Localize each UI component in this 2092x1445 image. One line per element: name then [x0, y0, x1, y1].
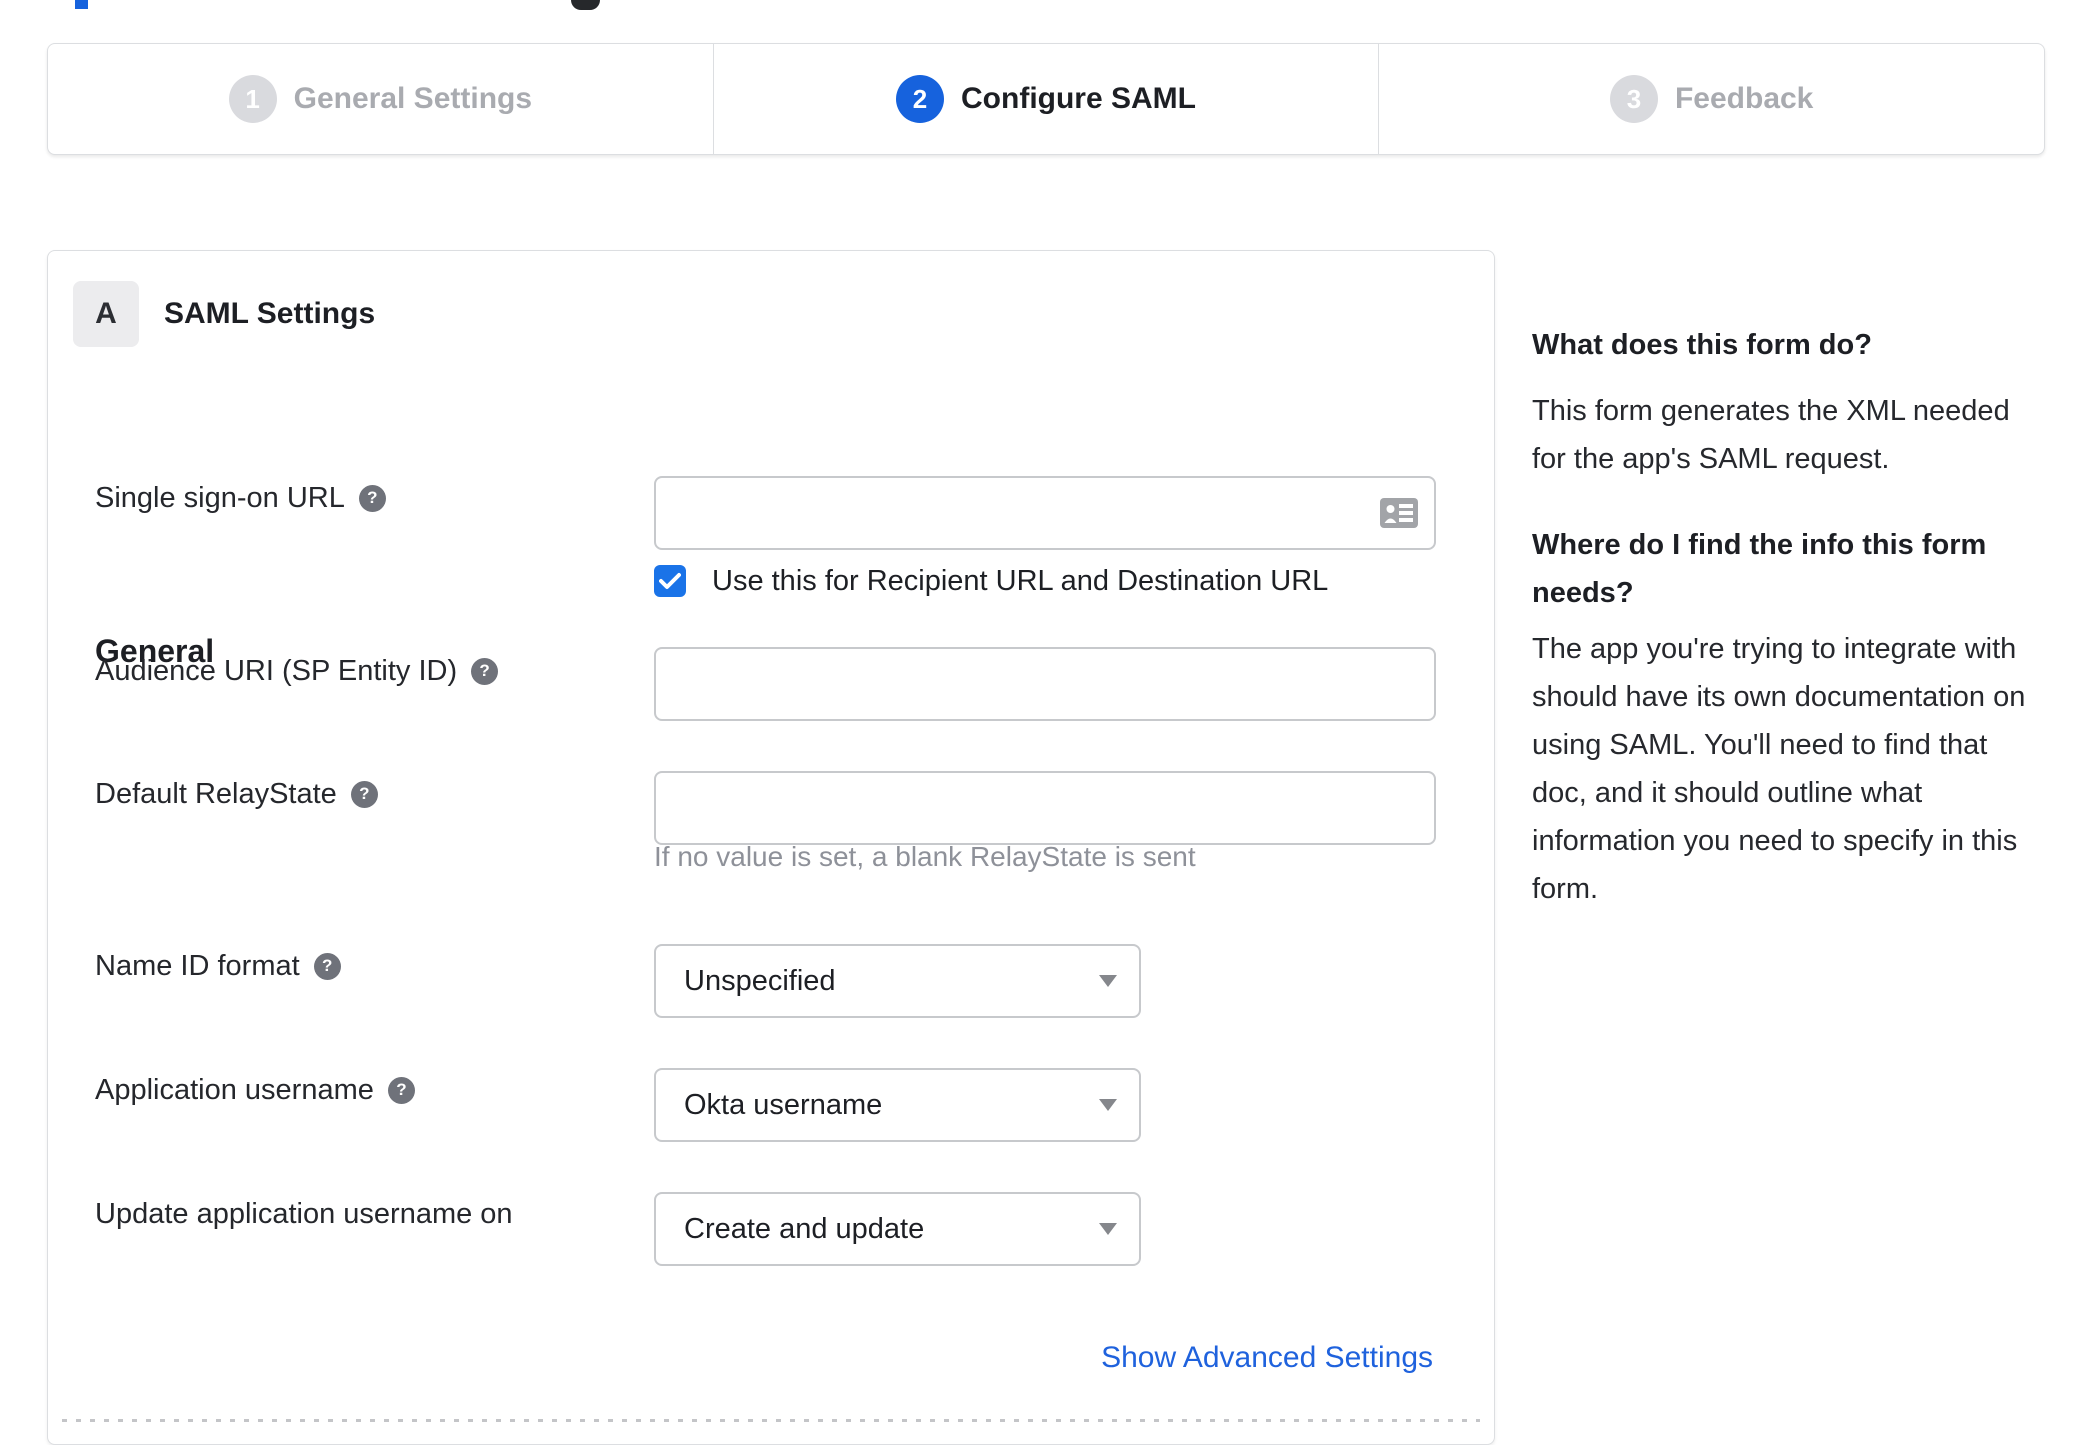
name-id-format-value: Unspecified — [684, 964, 836, 997]
update-app-username-label: Update application username on — [95, 1198, 513, 1230]
update-app-username-value: Create and update — [684, 1212, 925, 1245]
step-2-label: Configure SAML — [961, 82, 1196, 115]
sso-url-label: Single sign-on URL ? — [95, 478, 386, 518]
chevron-down-icon — [1099, 975, 1117, 987]
step-2-number: 2 — [896, 75, 945, 123]
name-id-format-help-icon[interactable]: ? — [313, 952, 341, 980]
saml-settings-panel: A SAML Settings General Single sign-on U… — [47, 250, 1495, 1445]
header-remnant-icon — [571, 0, 600, 10]
wizard-stepper: 1 General Settings 2 Configure SAML 3 Fe… — [47, 43, 2045, 155]
step-1-number: 1 — [228, 75, 277, 123]
relaystate-hint: If no value is set, a blank RelayState i… — [654, 841, 1196, 872]
step-feedback[interactable]: 3 Feedback — [1378, 44, 2044, 154]
relaystate-help-icon[interactable]: ? — [350, 780, 378, 808]
sso-url-help-icon[interactable]: ? — [358, 484, 386, 512]
sidebar-heading-where: Where do I find the info this form needs… — [1532, 529, 1987, 609]
relaystate-label: Default RelayState ? — [95, 774, 378, 814]
sso-url-input[interactable] — [654, 476, 1436, 550]
app-username-select[interactable]: Okta username — [654, 1068, 1141, 1142]
step-1-label: General Settings — [293, 82, 533, 115]
section-a-badge: A — [73, 281, 139, 347]
chevron-down-icon — [1099, 1223, 1117, 1235]
app-username-value: Okta username — [684, 1088, 883, 1121]
section-dashed-divider — [62, 1419, 1480, 1422]
sidebar-para-what: This form generates the XML needed for t… — [1532, 395, 2010, 475]
relaystate-input[interactable] — [654, 771, 1436, 845]
recipient-url-checkbox[interactable] — [654, 565, 686, 597]
update-app-username-select[interactable]: Create and update — [654, 1192, 1141, 1266]
section-title: SAML Settings — [164, 297, 376, 330]
app-username-help-icon[interactable]: ? — [387, 1076, 415, 1104]
app-username-label: Application username ? — [95, 1070, 415, 1110]
audience-uri-label: Audience URI (SP Entity ID) ? — [95, 651, 499, 691]
help-sidebar: What does this form do? This form genera… — [1532, 321, 2092, 913]
sidebar-heading-what: What does this form do? — [1532, 329, 1872, 361]
recipient-url-checkbox-label: Use this for Recipient URL and Destinati… — [712, 564, 1329, 597]
step-3-label: Feedback — [1674, 82, 1814, 115]
chevron-down-icon — [1099, 1099, 1117, 1111]
header-remnant-blue — [75, 0, 88, 9]
step-configure-saml[interactable]: 2 Configure SAML — [712, 44, 1379, 154]
sidebar-para-where: The app you're trying to integrate with … — [1532, 633, 2026, 905]
step-general-settings[interactable]: 1 General Settings — [48, 44, 713, 154]
step-3-number: 3 — [1609, 75, 1658, 123]
name-id-format-label: Name ID format ? — [95, 946, 341, 986]
audience-uri-input[interactable] — [654, 647, 1436, 721]
name-id-format-select[interactable]: Unspecified — [654, 944, 1141, 1018]
audience-uri-help-icon[interactable]: ? — [471, 657, 499, 685]
recipient-url-checkbox-row: Use this for Recipient URL and Destinati… — [654, 564, 1328, 598]
show-advanced-settings-link[interactable]: Show Advanced Settings — [1101, 1341, 1433, 1375]
contact-card-icon — [1380, 498, 1418, 528]
